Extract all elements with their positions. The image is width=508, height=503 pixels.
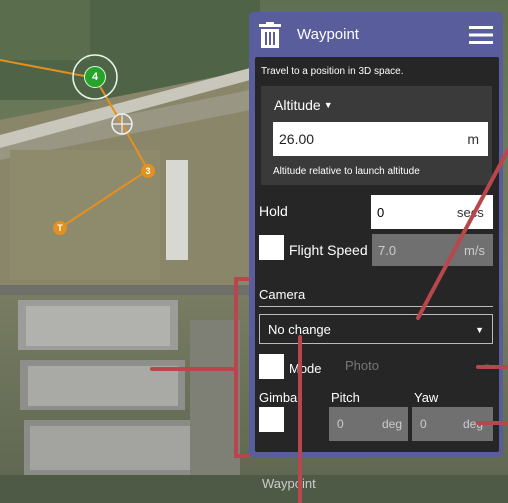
- caret-down-icon: ▼: [475, 325, 484, 335]
- flight-speed-checkbox[interactable]: [259, 235, 284, 260]
- camera-section-label: Camera: [259, 287, 306, 302]
- menu-icon[interactable]: [469, 25, 493, 44]
- yaw-label: Yaw: [414, 390, 439, 405]
- camera-mode-value: Photo: [345, 358, 379, 373]
- pitch-input[interactable]: 0 deg: [329, 407, 408, 441]
- caret-down-icon: ▼: [323, 100, 333, 110]
- panel-body: Travel to a position in 3D space. Altitu…: [255, 57, 499, 452]
- yaw-value: 0: [420, 417, 427, 431]
- pitch-label: Pitch: [331, 390, 360, 405]
- flight-speed-label: Flight Speed: [289, 242, 368, 258]
- pitch-unit: deg: [381, 417, 402, 431]
- camera-mode-label: Mode: [289, 361, 322, 376]
- camera-divider: [259, 306, 493, 307]
- camera-action-value: No change: [268, 322, 331, 337]
- panel-description: Travel to a position in 3D space.: [261, 66, 404, 77]
- altitude-section: Altitude▼ m Altitude relative to launch …: [261, 86, 492, 185]
- altitude-hint: Altitude relative to launch altitude: [273, 166, 420, 177]
- waypoint-panel: Waypoint Travel to a position in 3D spac…: [249, 12, 503, 457]
- altitude-input[interactable]: [273, 122, 488, 156]
- altitude-mode-dropdown[interactable]: Altitude ▼: [274, 97, 333, 113]
- camera-mode-dropdown[interactable]: Photo ▼: [337, 358, 491, 380]
- flight-speed-unit: m/s: [464, 243, 485, 258]
- waypoint-marker[interactable]: 3: [141, 164, 155, 178]
- waypoint-marker-current[interactable]: 4: [84, 66, 106, 88]
- yaw-unit: deg: [463, 417, 484, 431]
- trash-icon[interactable]: [258, 21, 282, 48]
- camera-action-dropdown[interactable]: No change ▼: [259, 314, 493, 344]
- camera-mode-checkbox[interactable]: [259, 354, 284, 379]
- altitude-mode-label: Altitude: [274, 97, 321, 113]
- hold-unit: secs: [457, 205, 484, 220]
- yaw-input[interactable]: 0 deg: [412, 407, 493, 441]
- caret-down-icon: ▼: [483, 362, 491, 371]
- takeoff-marker[interactable]: T: [53, 221, 67, 235]
- gimbal-checkbox[interactable]: [259, 407, 284, 432]
- pitch-value: 0: [337, 417, 344, 431]
- gimbal-label: Gimbal: [259, 390, 301, 405]
- bottom-waypoint-tab[interactable]: Waypoint: [262, 476, 316, 491]
- panel-title: Waypoint: [297, 26, 359, 43]
- hold-label: Hold: [259, 203, 288, 219]
- panel-header: Waypoint: [255, 12, 497, 57]
- altitude-unit: m: [467, 131, 479, 147]
